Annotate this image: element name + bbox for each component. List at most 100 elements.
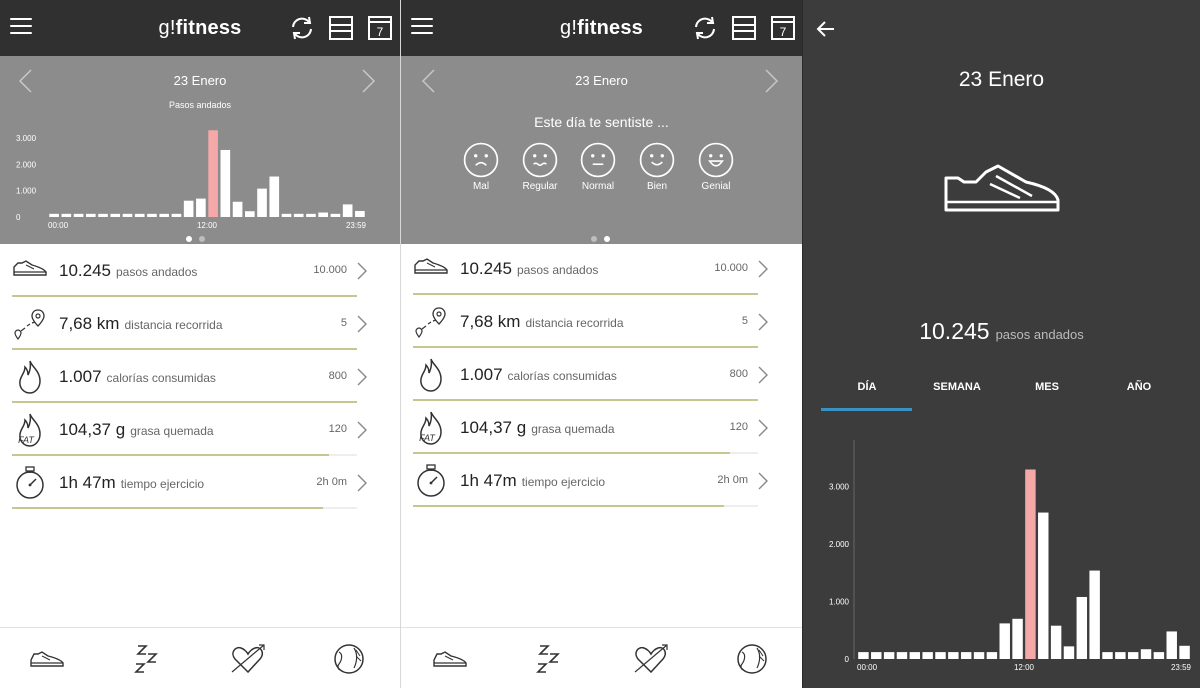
chevron-right-icon[interactable] xyxy=(756,417,770,439)
stat-row[interactable]: 1.007 calorías consumidas 800 xyxy=(413,349,768,401)
stat-row[interactable]: FAT 104,37 g grasa quemada 120 xyxy=(413,402,768,454)
chevron-right-icon[interactable] xyxy=(355,366,369,388)
shoe-icon xyxy=(414,258,448,274)
chevron-right-icon[interactable] xyxy=(355,472,369,494)
nav-globe-icon[interactable] xyxy=(330,642,368,676)
bar xyxy=(269,176,280,217)
nav-heart-icon[interactable] xyxy=(632,642,670,676)
y-tick-label: 2.000 xyxy=(829,540,850,549)
nav-shoe-icon[interactable] xyxy=(28,642,66,676)
y-tick-label: 2.000 xyxy=(16,160,37,169)
nav-globe-icon[interactable] xyxy=(733,642,771,676)
svg-text:7: 7 xyxy=(377,25,384,39)
bar xyxy=(1050,625,1062,659)
stat-label: pasos andados xyxy=(116,265,198,279)
stat-label: distancia recorrida xyxy=(124,318,223,332)
mood-option[interactable]: Normal xyxy=(573,142,623,192)
svg-text:FAT: FAT xyxy=(419,433,436,443)
stat-progress xyxy=(413,399,758,401)
layout-icon[interactable] xyxy=(327,14,355,42)
stat-row[interactable]: 1h 47m tiempo ejercicio 2h 0m xyxy=(12,457,367,509)
steps-chart-panel[interactable]: 23 Enero Pasos andados 0 1.000 2.000 3.000 0… xyxy=(0,56,400,244)
bar xyxy=(98,213,108,217)
mood-option[interactable]: Bien xyxy=(632,142,682,192)
stat-goal: 800 xyxy=(729,368,748,380)
bar-highlight xyxy=(1025,469,1036,659)
mood-option[interactable]: Mal xyxy=(456,142,506,192)
mood-panel[interactable]: 23 Enero Este día te sentiste ... Mal Reg… xyxy=(401,56,802,244)
bar xyxy=(257,188,267,217)
sync-icon[interactable] xyxy=(691,14,719,42)
stat-row[interactable]: 1.007 calorías consumidas 800 xyxy=(12,351,367,403)
stat-row[interactable]: 10.245 pasos andados 10.000 xyxy=(12,245,367,297)
stat-row[interactable]: 10.245 pasos andados 10.000 xyxy=(413,243,768,295)
top-bar: g!fitness 7 xyxy=(0,0,400,56)
chevron-right-icon[interactable] xyxy=(756,364,770,386)
x-tick-label: 12:00 xyxy=(1014,663,1035,672)
bar xyxy=(1102,652,1113,659)
bar xyxy=(244,211,255,217)
stat-label: pasos andados xyxy=(517,263,599,277)
stat-progress xyxy=(12,295,357,297)
mood-label: Normal xyxy=(581,181,615,192)
bar xyxy=(293,213,304,217)
chevron-right-icon[interactable] xyxy=(756,470,770,492)
stat-row[interactable]: 7,68 km distancia recorrida 5 xyxy=(413,296,768,348)
y-tick-label: 1.000 xyxy=(829,598,850,607)
bar xyxy=(110,213,121,217)
chevron-right-icon[interactable] xyxy=(355,419,369,441)
stat-value: 1h 47m tiempo ejercicio xyxy=(59,473,205,492)
nav-heart-icon[interactable] xyxy=(229,642,267,676)
nav-sleep-icon[interactable] xyxy=(130,642,168,676)
smile-face-icon xyxy=(639,142,675,178)
screen-steps-chart: g!fitness 7 23 Enero Pasos andados 0 1.00… xyxy=(0,0,400,688)
stat-label: calorías consumidas xyxy=(507,369,617,383)
mini-steps-chart: 0 1.000 2.000 3.000 00:00 12:00 23:59 xyxy=(16,130,367,230)
bar xyxy=(1179,645,1190,659)
chevron-right-icon[interactable] xyxy=(756,258,770,280)
layout-icon[interactable] xyxy=(730,14,758,42)
x-tick-label: 00:00 xyxy=(48,221,69,230)
bar xyxy=(1115,652,1126,659)
mood-option[interactable]: Genial xyxy=(691,142,741,192)
chevron-right-icon[interactable] xyxy=(355,313,369,335)
chevron-right-icon[interactable] xyxy=(756,311,770,333)
stat-progress xyxy=(413,346,758,348)
stat-label: tiempo ejercicio xyxy=(120,477,205,491)
bar xyxy=(159,213,170,217)
calendar-icon[interactable]: 7 xyxy=(769,14,797,42)
stat-goal: 10.000 xyxy=(313,264,347,276)
fat-flame-icon: FAT xyxy=(18,413,41,447)
page-dot xyxy=(591,236,597,242)
stat-label: calorías consumidas xyxy=(106,371,216,385)
nav-sleep-icon[interactable] xyxy=(532,642,570,676)
stat-value: 7,68 km distancia recorrida xyxy=(460,312,624,331)
sync-icon[interactable] xyxy=(288,14,316,42)
svg-text:FAT: FAT xyxy=(18,435,35,445)
bar xyxy=(49,213,59,217)
bar xyxy=(999,623,1010,659)
shoe-icon xyxy=(13,260,47,276)
svg-text:7: 7 xyxy=(780,25,787,39)
selected-date: 23 Enero xyxy=(575,73,628,88)
next-day-icon[interactable] xyxy=(761,68,781,94)
stat-row[interactable]: 1h 47m tiempo ejercicio 2h 0m xyxy=(413,455,768,507)
stat-progress xyxy=(413,452,758,454)
y-tick-label: 0 xyxy=(845,655,850,664)
stat-goal: 10.000 xyxy=(714,262,748,274)
mood-option[interactable]: Regular xyxy=(515,142,565,192)
stat-row[interactable]: FAT 104,37 g grasa quemada 120 xyxy=(12,404,367,456)
bar xyxy=(1076,596,1088,659)
stopwatch-icon xyxy=(417,464,445,497)
calendar-icon[interactable]: 7 xyxy=(366,14,394,42)
nav-shoe-icon[interactable] xyxy=(431,642,469,676)
x-tick-label: 12:00 xyxy=(197,221,218,230)
bar xyxy=(1166,631,1177,659)
bar xyxy=(948,652,959,659)
chevron-right-icon[interactable] xyxy=(355,260,369,282)
mood-label: Mal xyxy=(472,181,490,192)
stat-value: 104,37 g grasa quemada xyxy=(460,418,615,437)
bar xyxy=(183,200,194,217)
stat-row[interactable]: 7,68 km distancia recorrida 5 xyxy=(12,298,367,350)
x-tick-label: 23:59 xyxy=(346,221,367,230)
